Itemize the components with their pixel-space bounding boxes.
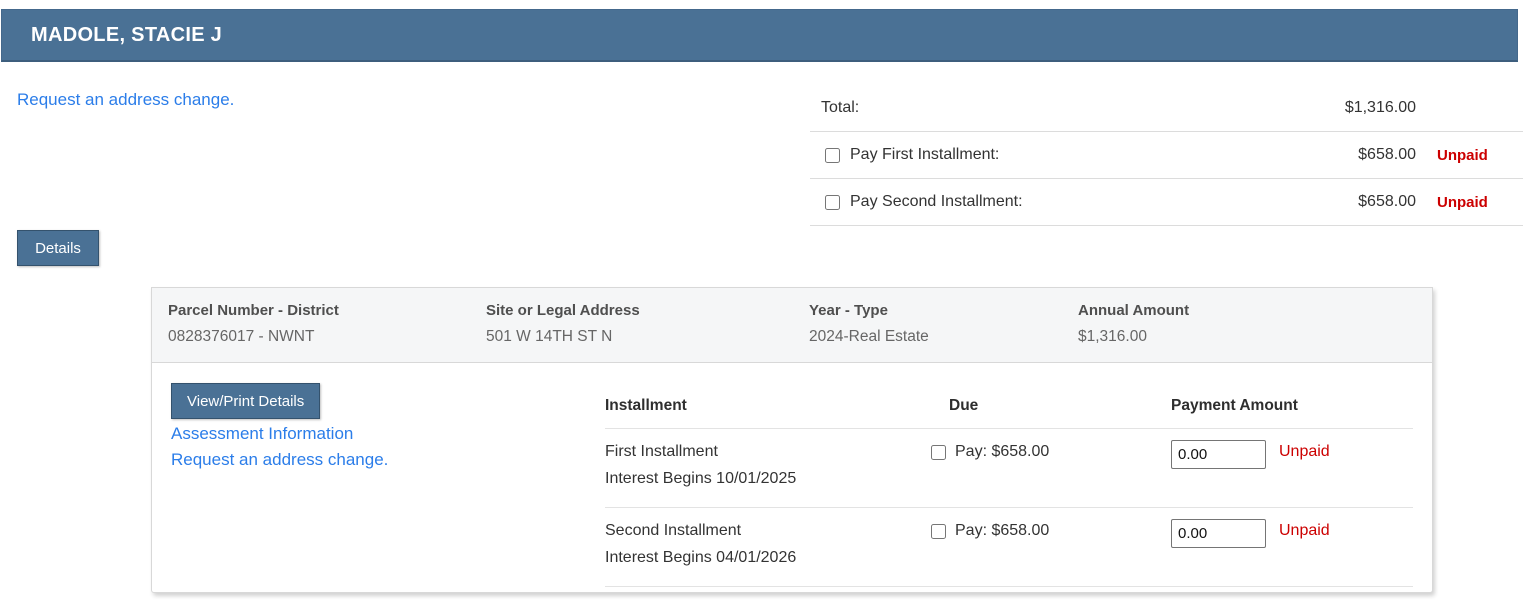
status-badge: Unpaid	[1279, 443, 1330, 460]
parcel-number-label: Parcel Number - District	[168, 302, 339, 319]
pay-amount-label: Pay: $658.00	[955, 443, 1050, 460]
first-installment-label: Pay First Installment:	[850, 146, 1000, 163]
summary-row-first-installment: Pay First Installment: $658.00 Unpaid	[810, 132, 1523, 179]
total-label: Total:	[821, 99, 860, 116]
parcel-number-column: Parcel Number - District 0828376017 - NW…	[168, 302, 486, 362]
installment-pay-checkbox[interactable]	[931, 524, 946, 539]
installment-table-header: Installment Due Payment Amount	[605, 363, 1413, 429]
details-panel-body: View/Print Details Assessment Informatio…	[152, 363, 1432, 592]
payment-summary-table: Total: $1,316.00 Pay First Installment: …	[810, 85, 1523, 226]
installment-pay-checkbox[interactable]	[931, 445, 946, 460]
second-installment-status-badge: Unpaid	[1437, 193, 1488, 211]
due-cell: Pay: $658.00	[931, 522, 1171, 567]
pay-second-installment-checkbox[interactable]	[825, 194, 840, 210]
payment-amount-column-header: Payment Amount	[1171, 397, 1298, 414]
payment-amount-cell: Unpaid	[1171, 519, 1413, 567]
payment-amount-cell: Unpaid	[1171, 440, 1413, 488]
status-badge: Unpaid	[1279, 522, 1330, 539]
year-type-label: Year - Type	[809, 302, 888, 319]
installment-table: Installment Due Payment Amount First Ins…	[605, 363, 1413, 587]
site-address-label: Site or Legal Address	[486, 302, 640, 319]
first-installment-amount: $658.00	[1358, 146, 1416, 163]
installment-name-cell: Second Installment Interest Begins 04/01…	[605, 522, 949, 567]
due-cell: Pay: $658.00	[931, 443, 1171, 488]
installment-name-cell: First Installment Interest Begins 10/01/…	[605, 443, 949, 488]
due-column-header: Due	[949, 397, 979, 414]
installment-column-header: Installment	[605, 397, 687, 414]
site-address-value: 501 W 14TH ST N	[486, 328, 613, 345]
year-type-column: Year - Type 2024-Real Estate	[809, 302, 1078, 362]
table-row-first-installment: First Installment Interest Begins 10/01/…	[605, 429, 1413, 508]
request-address-change-link[interactable]: Request an address change.	[17, 90, 234, 110]
site-address-column: Site or Legal Address 501 W 14TH ST N	[486, 302, 809, 362]
parcel-number-value: 0828376017 - NWNT	[168, 328, 315, 345]
parcel-info-header: Parcel Number - District 0828376017 - NW…	[152, 288, 1432, 363]
view-print-details-button[interactable]: View/Print Details	[171, 383, 321, 419]
table-row-second-installment: Second Installment Interest Begins 04/01…	[605, 508, 1413, 587]
interest-begins-text: Interest Begins 04/01/2026	[605, 549, 797, 566]
annual-amount-value: $1,316.00	[1078, 328, 1147, 345]
page: MADOLE, STACIE J Request an address chan…	[0, 0, 1523, 608]
request-address-change-detail-link[interactable]: Request an address change.	[171, 450, 388, 470]
pay-first-installment-checkbox[interactable]	[825, 147, 840, 163]
summary-row-second-installment: Pay Second Installment: $658.00 Unpaid	[810, 179, 1523, 226]
details-panel: Parcel Number - District 0828376017 - NW…	[151, 287, 1433, 593]
payment-amount-input[interactable]	[1171, 519, 1266, 548]
second-installment-amount: $658.00	[1358, 193, 1416, 210]
first-installment-status-badge: Unpaid	[1437, 146, 1488, 164]
taxpayer-header-bar: MADOLE, STACIE J	[1, 9, 1518, 62]
total-amount: $1,316.00	[1344, 99, 1416, 116]
second-installment-label: Pay Second Installment:	[850, 193, 1023, 210]
details-button[interactable]: Details	[17, 230, 99, 266]
year-type-value: 2024-Real Estate	[809, 328, 929, 345]
taxpayer-name: MADOLE, STACIE J	[31, 23, 223, 46]
installment-name: First Installment	[605, 443, 718, 460]
summary-total-row: Total: $1,316.00	[810, 85, 1523, 132]
annual-amount-label: Annual Amount	[1078, 302, 1190, 319]
pay-amount-label: Pay: $658.00	[955, 522, 1050, 539]
assessment-information-link[interactable]: Assessment Information	[171, 424, 353, 444]
annual-amount-column: Annual Amount $1,316.00	[1078, 302, 1432, 362]
installment-name: Second Installment	[605, 522, 742, 539]
interest-begins-text: Interest Begins 10/01/2025	[605, 470, 797, 487]
payment-amount-input[interactable]	[1171, 440, 1266, 469]
